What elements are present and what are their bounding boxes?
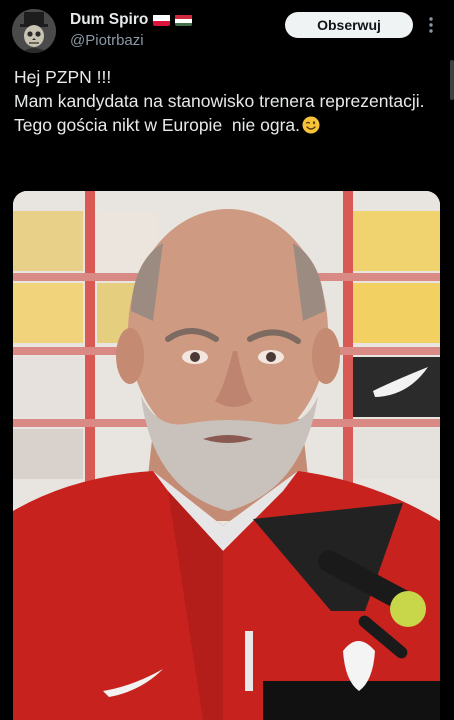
author-block[interactable]: Dum Spiro @Piotrbazi — [70, 10, 280, 49]
tweet-line: Mam kandydata na stanowisko trenera repr… — [14, 91, 425, 111]
user-handle[interactable]: @Piotrbazi — [70, 32, 280, 49]
tweet-card: Dum Spiro @Piotrbazi Obserwuj Hej PZPN !… — [0, 0, 454, 720]
avatar-icon — [12, 9, 56, 53]
press-conference-photo — [13, 191, 440, 720]
hungary-flag-icon — [175, 14, 193, 26]
tweet-photo[interactable] — [13, 191, 440, 720]
tweet-text: Hej PZPN !!! Mam kandydata na stanowisko… — [14, 65, 434, 137]
display-name-row: Dum Spiro — [70, 10, 280, 30]
more-vertical-icon[interactable] — [424, 15, 438, 35]
tweet-line-text: Tego gościa nikt w Europie nie ogra. — [14, 115, 300, 135]
display-name[interactable]: Dum Spiro — [70, 11, 148, 29]
follow-button[interactable]: Obserwuj — [285, 12, 413, 38]
avatar[interactable] — [12, 9, 56, 53]
poland-flag-icon — [153, 14, 171, 26]
tweet-line: Hej PZPN !!! — [14, 67, 112, 87]
scrollbar[interactable] — [450, 60, 454, 100]
winking-face-icon — [302, 116, 320, 134]
tweet-line: Tego gościa nikt w Europie nie ogra. — [14, 113, 434, 137]
